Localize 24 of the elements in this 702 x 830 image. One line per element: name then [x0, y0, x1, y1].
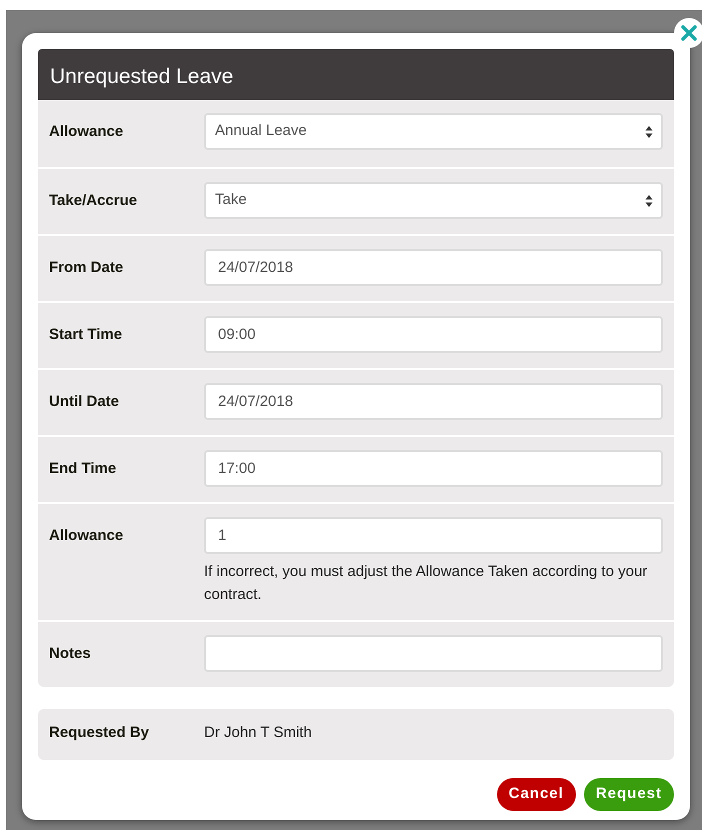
field-label: End Time: [49, 459, 118, 479]
cancel-button[interactable]: Cancel: [496, 778, 576, 811]
field-label: From Date: [49, 258, 124, 278]
field-label: Take/Accrue: [49, 191, 138, 211]
select-field[interactable]: Annual Leave: [204, 113, 663, 150]
close-icon: [681, 25, 697, 41]
select-field[interactable]: Take: [204, 182, 663, 219]
field-label: Notes: [49, 644, 92, 664]
sort-arrows-icon: [645, 194, 653, 208]
input-field[interactable]: [204, 635, 663, 672]
input-field[interactable]: 1: [204, 517, 663, 554]
requester-name: Dr John T Smith: [204, 723, 312, 743]
sort-arrows-icon: [645, 124, 653, 138]
field-label: Start Time: [49, 325, 124, 345]
field-label: Until Date: [49, 392, 120, 412]
input-field[interactable]: 17:00: [204, 450, 663, 487]
field-label: Requested By: [49, 723, 150, 743]
field-label: Allowance: [49, 122, 124, 142]
input-field[interactable]: 24/07/2018: [204, 249, 663, 286]
dialog-title: Unrequested Leave: [38, 49, 674, 100]
input-field[interactable]: 09:00: [204, 316, 663, 353]
help-text: If incorrect, you must adjust the Allowance Taken according to your contract.: [204, 562, 648, 604]
field-label: Allowance: [49, 526, 124, 546]
input-field[interactable]: 24/07/2018: [204, 383, 663, 420]
